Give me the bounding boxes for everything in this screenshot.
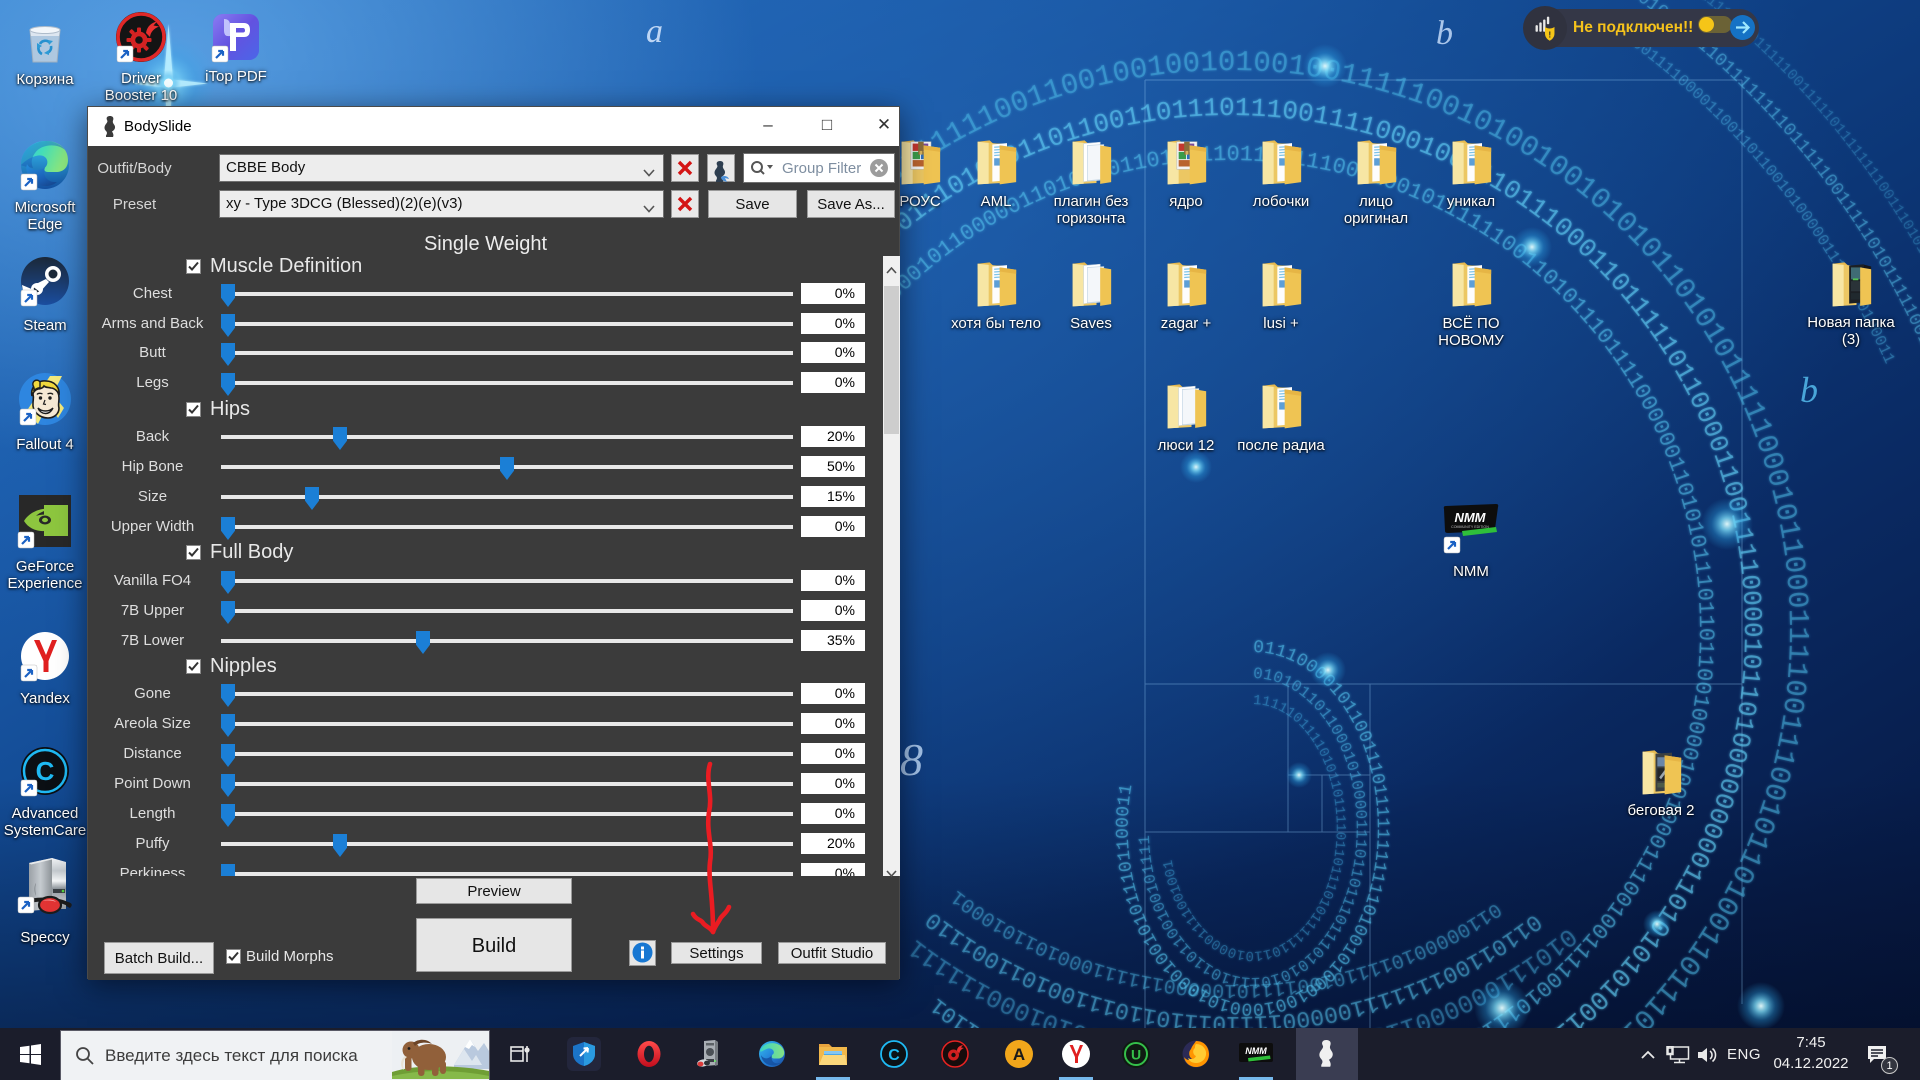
svg-text:A: A [1013, 1045, 1025, 1064]
svg-text:NMM: NMM [1245, 1046, 1267, 1056]
svg-text:U: U [1131, 1047, 1141, 1063]
svg-text:C: C [888, 1047, 900, 1064]
